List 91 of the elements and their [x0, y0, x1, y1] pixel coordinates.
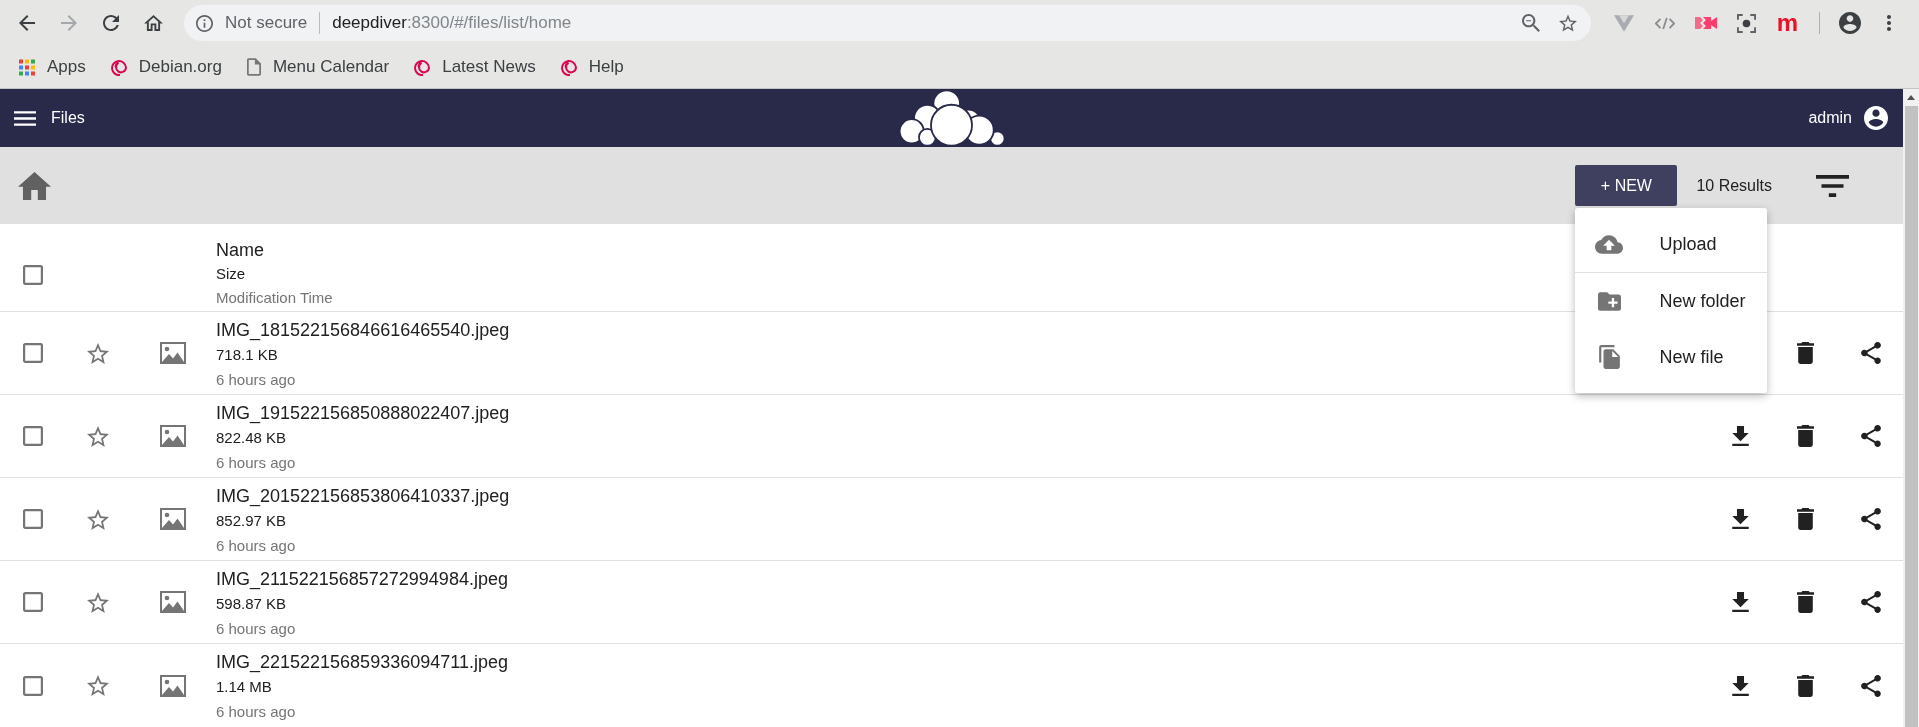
- video-camera-icon: [1694, 15, 1717, 31]
- download-icon: [1732, 509, 1749, 529]
- address-bar[interactable]: Not secure deepdiver:8300/#/files/list/home: [184, 5, 1591, 41]
- swirl-icon: [560, 58, 577, 76]
- back-arrow-icon: [19, 15, 35, 31]
- select-all-checkbox[interactable]: [23, 265, 43, 285]
- user-menu-button[interactable]: admin: [1808, 102, 1888, 134]
- file-name[interactable]: IMG_181522156846616465540.jpeg: [216, 318, 510, 342]
- security-label[interactable]: Not secure: [225, 13, 308, 33]
- checkbox[interactable]: [23, 343, 43, 363]
- star-icon[interactable]: [87, 675, 109, 696]
- modified-time: 6 hours ago: [216, 536, 296, 556]
- scrollbar-thumb[interactable]: [1905, 106, 1918, 727]
- file-name[interactable]: IMG_191522156850888022407.jpeg: [216, 401, 510, 425]
- image-icon: [160, 342, 186, 364]
- checkbox[interactable]: [23, 675, 43, 696]
- page-icon: [246, 58, 261, 76]
- star-icon[interactable]: [87, 342, 109, 364]
- image-icon: [160, 508, 186, 530]
- trash-icon: [1797, 342, 1814, 364]
- apps-grid-icon: [19, 58, 35, 76]
- trash-icon: [1797, 674, 1814, 697]
- extension-button[interactable]: m: [1767, 5, 1808, 41]
- file-size: 1.14 MB: [216, 677, 272, 697]
- menu-item[interactable]: Upload: [1575, 216, 1768, 272]
- modified-time: 6 hours ago: [216, 370, 296, 390]
- star-icon[interactable]: [87, 425, 109, 447]
- new-button[interactable]: + NEW: [1575, 165, 1678, 206]
- checkbox[interactable]: [23, 592, 43, 612]
- share-icon: [1860, 674, 1881, 697]
- file-size: 852.97 KB: [216, 511, 287, 531]
- star-icon[interactable]: [87, 591, 109, 613]
- download-icon: [1732, 675, 1749, 696]
- more-vert-icon: [1887, 15, 1891, 31]
- column-header[interactable]: Modification Time: [216, 286, 333, 310]
- file-name[interactable]: IMG_201522156853806410337.jpeg: [216, 484, 510, 508]
- reload-icon: [103, 15, 119, 31]
- swirl-icon: [110, 58, 127, 76]
- file-name[interactable]: IMG_211522156857272994984.jpeg: [216, 567, 508, 591]
- bookmark-link[interactable]: Apps: [9, 51, 96, 83]
- folder-plus-icon: [1597, 291, 1621, 311]
- menu-item[interactable]: New file: [1575, 329, 1768, 385]
- home-icon: [143, 15, 163, 31]
- bookmark-link[interactable]: Menu Calendar: [236, 51, 400, 83]
- share-icon: [1860, 425, 1881, 447]
- bookmark-link[interactable]: Debian.org: [100, 51, 232, 83]
- swirl-icon: [414, 58, 431, 76]
- menu-item[interactable]: New folder: [1575, 273, 1768, 329]
- download-icon: [1732, 426, 1749, 446]
- info-icon[interactable]: [196, 14, 213, 32]
- app-title: Files: [51, 109, 85, 127]
- file-size: 718.1 KB: [216, 345, 278, 365]
- focus-frame-icon: [1737, 13, 1756, 33]
- share-icon: [1860, 508, 1881, 530]
- modified-time: 6 hours ago: [216, 702, 296, 722]
- bookmark-link[interactable]: Help: [550, 51, 634, 83]
- forward-arrow-icon: [61, 15, 77, 31]
- cloud-upload-icon: [1595, 234, 1624, 254]
- menu-icon: [14, 110, 36, 126]
- v-shape-icon: [1613, 14, 1634, 32]
- bookmark-link[interactable]: Latest News: [404, 51, 546, 83]
- home-icon: [18, 171, 51, 200]
- star-icon[interactable]: [87, 508, 109, 530]
- column-header[interactable]: Name: [216, 238, 264, 262]
- results-count: 10 Results: [1696, 176, 1772, 195]
- filter-icon: [1816, 174, 1849, 197]
- code-icon: [1654, 16, 1675, 30]
- trash-icon: [1797, 591, 1814, 613]
- download-icon: [1732, 592, 1749, 612]
- share-icon: [1860, 342, 1881, 364]
- zoom-out-icon: [1522, 14, 1540, 32]
- star-icon: [1559, 14, 1577, 32]
- image-icon: [160, 674, 186, 697]
- url-text[interactable]: deepdiver:8300/#/files/list/home: [332, 13, 572, 33]
- trash-icon: [1797, 425, 1814, 447]
- image-icon: [160, 591, 186, 613]
- account-icon: [1839, 12, 1861, 34]
- column-header[interactable]: Size: [216, 262, 246, 286]
- file-size: 822.48 KB: [216, 428, 287, 448]
- file-size: 598.87 KB: [216, 594, 287, 614]
- modified-time: 6 hours ago: [216, 453, 296, 473]
- share-icon: [1860, 591, 1881, 613]
- modified-time: 6 hours ago: [216, 619, 296, 639]
- image-icon: [160, 425, 186, 447]
- file-name[interactable]: IMG_221522156859336094711.jpeg: [216, 650, 508, 674]
- trash-icon: [1797, 508, 1814, 530]
- checkbox[interactable]: [23, 509, 43, 529]
- account-icon: [1864, 106, 1888, 130]
- file-copy-icon: [1598, 345, 1620, 369]
- scroll-up-arrow-icon[interactable]: [1907, 95, 1915, 100]
- checkbox[interactable]: [23, 426, 43, 446]
